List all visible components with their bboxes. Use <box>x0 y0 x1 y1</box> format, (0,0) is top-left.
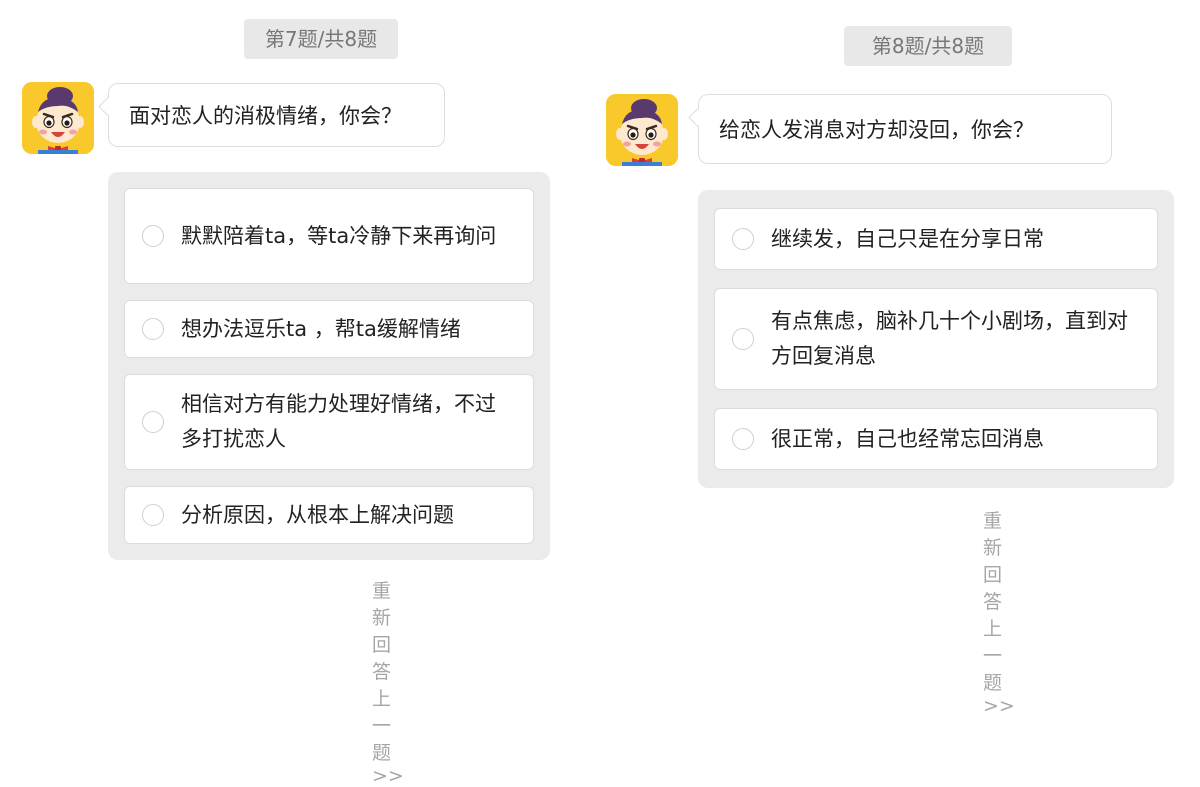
redo-previous-link[interactable]: 重新回答上一题>> <box>372 576 404 787</box>
option-4[interactable]: 分析原因，从根本上解决问题 <box>124 486 534 544</box>
option-1[interactable]: 默默陪着ta，等ta冷静下来再询问 <box>124 188 534 284</box>
option-text: 有点焦虑，脑补几十个小剧场，直到对方回复消息 <box>771 309 1128 368</box>
option-text: 继续发，自己只是在分享日常 <box>771 226 1044 251</box>
radio-button[interactable] <box>732 428 754 450</box>
radio-button[interactable] <box>142 225 164 247</box>
radio-button[interactable] <box>732 328 754 350</box>
question-text: 面对恋人的消极情绪，你会？ <box>129 104 402 128</box>
option-text: 默默陪着ta，等ta冷静下来再询问 <box>181 223 497 248</box>
progress-badge: 第8题/共8题 <box>844 26 1012 66</box>
option-3[interactable]: 相信对方有能力处理好情绪，不过多打扰恋人 <box>124 374 534 470</box>
options-box: 默默陪着ta，等ta冷静下来再询问 想办法逗乐ta ，帮ta缓解情绪 相信对方有… <box>108 172 550 560</box>
question-bubble: 给恋人发消息对方却没回，你会？ <box>698 94 1112 164</box>
option-2[interactable]: 想办法逗乐ta ，帮ta缓解情绪 <box>124 300 534 358</box>
option-3[interactable]: 很正常，自己也经常忘回消息 <box>714 408 1158 470</box>
radio-button[interactable] <box>142 411 164 433</box>
options-box: 继续发，自己只是在分享日常 有点焦虑，脑补几十个小剧场，直到对方回复消息 很正常… <box>698 190 1174 488</box>
cartoon-boy-avatar-icon <box>22 82 94 154</box>
radio-button[interactable] <box>142 504 164 526</box>
option-2[interactable]: 有点焦虑，脑补几十个小剧场，直到对方回复消息 <box>714 288 1158 390</box>
progress-badge: 第7题/共8题 <box>244 19 398 59</box>
radio-button[interactable] <box>142 318 164 340</box>
question-bubble: 面对恋人的消极情绪，你会？ <box>108 83 445 147</box>
option-text: 相信对方有能力处理好情绪，不过多打扰恋人 <box>181 392 496 451</box>
question-text: 给恋人发消息对方却没回，你会？ <box>719 118 1034 142</box>
option-1[interactable]: 继续发，自己只是在分享日常 <box>714 208 1158 270</box>
bot-avatar <box>22 82 94 154</box>
radio-button[interactable] <box>732 228 754 250</box>
option-text: 很正常，自己也经常忘回消息 <box>771 426 1044 451</box>
cartoon-boy-avatar-icon <box>606 94 678 166</box>
redo-previous-link[interactable]: 重新回答上一题>> <box>983 506 1015 717</box>
option-text: 想办法逗乐ta ，帮ta缓解情绪 <box>181 316 461 341</box>
bot-avatar <box>606 94 678 166</box>
option-text: 分析原因，从根本上解决问题 <box>181 502 454 527</box>
